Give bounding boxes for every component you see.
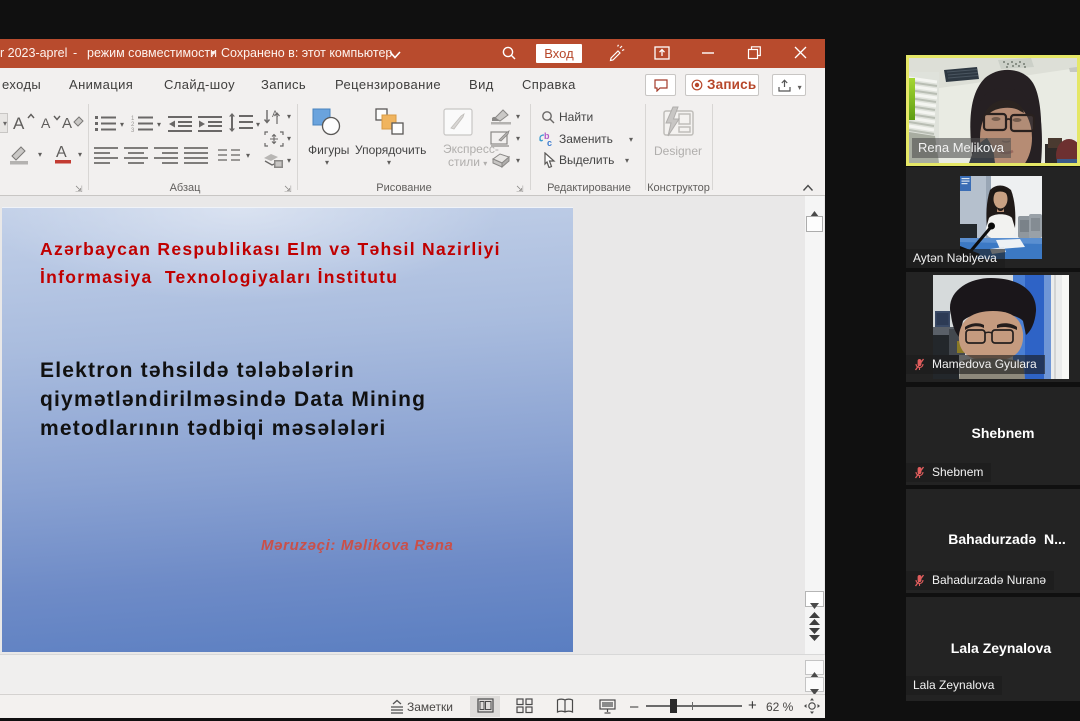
svg-text:c: c <box>547 138 552 148</box>
svg-text:A: A <box>62 115 72 132</box>
svg-text:A: A <box>56 144 67 161</box>
svg-text:A: A <box>13 114 25 132</box>
svg-text:A: A <box>41 115 51 131</box>
svg-text:3: 3 <box>131 128 135 133</box>
